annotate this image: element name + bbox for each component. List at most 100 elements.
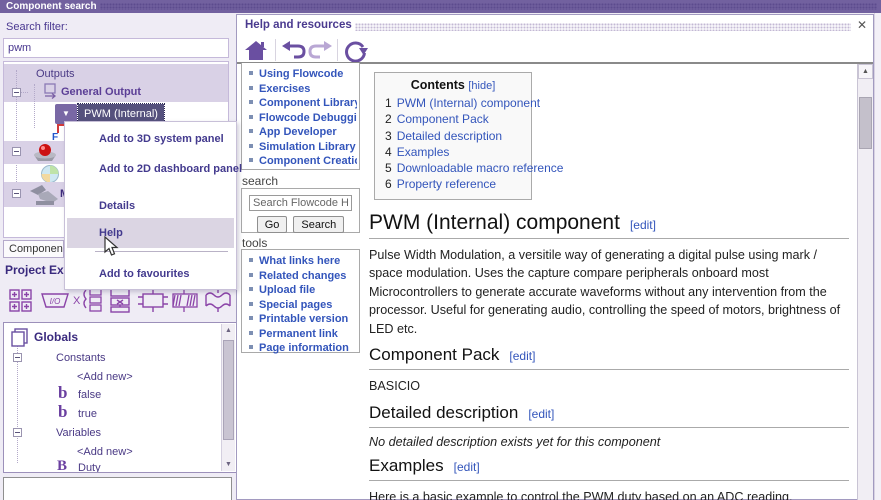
bool-type-icon: b xyxy=(58,383,68,402)
toc-link-pwm-component[interactable]: PWM (Internal) component xyxy=(397,96,540,110)
nav-item: Flowcode Debugging xyxy=(248,110,357,125)
search-button[interactable]: Search xyxy=(293,216,345,233)
tools-link-special-pages[interactable]: Special pages xyxy=(259,299,332,311)
scrollbar-thumb[interactable] xyxy=(859,97,872,149)
toc-link-detailed-description[interactable]: Detailed description xyxy=(397,129,502,143)
tree-item-true[interactable]: true xyxy=(78,408,97,420)
toc-item: 5 Downloadable macro reference xyxy=(385,160,563,176)
search-filter-label: Search filter: xyxy=(6,21,68,33)
tree-item-constants[interactable]: Constants xyxy=(56,352,106,364)
toc-link-component-pack[interactable]: Component Pack xyxy=(397,112,489,126)
search-filter-input[interactable] xyxy=(3,38,229,58)
component-search-tab[interactable]: Component search xyxy=(3,240,64,258)
home-icon[interactable] xyxy=(243,38,269,62)
toc-link-examples[interactable]: Examples xyxy=(397,145,450,159)
detailed-description-body: No detailed description exists yet for t… xyxy=(369,434,661,449)
bullet-square-icon xyxy=(249,345,253,349)
edit-link[interactable]: [edit] xyxy=(509,349,535,363)
edit-link[interactable]: [edit] xyxy=(630,218,656,232)
scroll-down-icon[interactable]: ▼ xyxy=(222,458,235,471)
globals-scrollbar[interactable]: ▲ ▼ xyxy=(221,324,235,471)
tools-link-related-changes[interactable]: Related changes xyxy=(259,270,346,282)
intro-paragraph: Pulse Width Modulation, a versitile way … xyxy=(369,247,841,336)
nav-link-simulation-library[interactable]: Simulation Library xyxy=(259,141,356,153)
collapse-toggle-icon[interactable] xyxy=(12,189,21,198)
background-window-sliver xyxy=(874,13,881,500)
help-scrollbar[interactable]: ▲ xyxy=(857,64,873,500)
nav-link-using-flowcode[interactable]: Using Flowcode xyxy=(259,68,343,80)
titlebar-texture xyxy=(100,3,877,10)
bullet-square-icon xyxy=(249,129,253,133)
toc-hide-link[interactable]: [hide] xyxy=(468,80,495,92)
collapse-toggle-icon[interactable] xyxy=(13,353,22,362)
collapse-toggle-icon[interactable] xyxy=(13,428,22,437)
tools-link-what-links-here[interactable]: What links here xyxy=(259,255,340,267)
menu-item-add-3d-system-panel[interactable]: Add to 3D system panel xyxy=(65,128,236,150)
bullet-square-icon xyxy=(249,85,253,90)
connection-points-icon[interactable] xyxy=(8,287,36,315)
tools-link-permanent-link[interactable]: Permanent link xyxy=(259,328,338,340)
tree-item-general-output[interactable]: General Output xyxy=(61,86,141,98)
nav-link-flowcode-debugging[interactable]: Flowcode Debugging xyxy=(259,112,357,124)
tools-section-label: tools xyxy=(242,236,268,250)
nav-link-component-library[interactable]: Component Library xyxy=(259,97,357,109)
wiki-tools-list: What links here Related changes Upload f… xyxy=(242,250,359,357)
nav-item: Simulation Library xyxy=(248,139,357,154)
menu-item-details[interactable]: Details xyxy=(65,195,236,217)
toc-number: 1 xyxy=(385,96,392,110)
wiki-search-box: Go Search xyxy=(241,188,360,233)
tree-item-outputs[interactable]: Outputs xyxy=(36,68,75,80)
collapse-toggle-icon[interactable] xyxy=(12,147,21,156)
nav-link-exercises[interactable]: Exercises xyxy=(259,83,310,95)
nav-link-app-developer[interactable]: App Developer xyxy=(259,126,337,138)
macro-call-icon[interactable]: X xyxy=(72,287,102,315)
bullet-square-icon xyxy=(249,330,253,335)
forward-icon[interactable] xyxy=(307,38,333,62)
tree-item-variables[interactable]: Variables xyxy=(56,427,101,439)
tools-link-upload-file[interactable]: Upload file xyxy=(259,284,315,296)
nav-link-component-creation[interactable]: Component Creation xyxy=(259,155,357,167)
tools-link-printable-version[interactable]: Printable version xyxy=(259,313,348,325)
scrollbar-thumb[interactable] xyxy=(223,340,234,440)
toc-link-macro-reference[interactable]: Downloadable macro reference xyxy=(397,161,564,175)
component-pack-body: BASICIO xyxy=(369,379,421,394)
tree-item-add-new-variable[interactable]: <Add new> xyxy=(77,446,133,458)
nav-item: Using Flowcode xyxy=(248,66,357,81)
edit-link[interactable]: [edit] xyxy=(454,460,480,474)
section-title: Examples xyxy=(369,455,444,475)
back-icon[interactable] xyxy=(281,38,307,62)
process-icon[interactable] xyxy=(138,287,168,315)
tree-line xyxy=(34,84,35,128)
edit-link[interactable]: [edit] xyxy=(528,407,554,421)
close-icon[interactable]: ✕ xyxy=(857,18,867,32)
refresh-icon[interactable] xyxy=(343,38,369,62)
tools-item: Special pages xyxy=(248,297,357,312)
bullet-square-icon xyxy=(249,100,253,104)
tree-item-false[interactable]: false xyxy=(78,389,101,401)
menu-item-help[interactable]: Help xyxy=(65,222,236,244)
toc-number: 4 xyxy=(385,144,392,159)
collapse-toggle-icon[interactable] xyxy=(12,88,21,97)
bullet-square-icon xyxy=(249,114,253,119)
tools-link-page-information[interactable]: Page information xyxy=(259,342,349,354)
wiki-search-input[interactable] xyxy=(249,195,352,211)
io-icon[interactable]: I/O xyxy=(40,287,69,315)
tree-item-add-new-constant[interactable]: <Add new> xyxy=(77,371,133,383)
bullet-square-icon xyxy=(249,301,253,306)
scroll-up-icon[interactable]: ▲ xyxy=(222,324,235,337)
tools-item: What links here xyxy=(248,253,357,268)
scroll-up-icon[interactable]: ▲ xyxy=(858,64,873,79)
loop-icon[interactable] xyxy=(106,287,134,315)
menu-item-add-2d-dashboard-panel[interactable]: Add to 2D dashboard panel xyxy=(65,158,242,180)
toc-link-property-reference[interactable]: Property reference xyxy=(397,177,496,191)
comment-icon[interactable] xyxy=(170,287,198,315)
tree-item-globals[interactable]: Globals xyxy=(34,330,78,344)
go-button[interactable]: Go xyxy=(256,216,288,233)
svg-text:X: X xyxy=(73,295,81,307)
bottom-empty-panel xyxy=(3,477,232,500)
interrupt-icon[interactable] xyxy=(202,287,231,315)
wiki-navigation-box: Using Flowcode Exercises Component Libra… xyxy=(241,63,360,170)
menu-item-add-to-favourites[interactable]: Add to favourites xyxy=(65,263,236,285)
bullet-square-icon xyxy=(249,287,253,291)
tree-item-duty[interactable]: Duty xyxy=(78,462,101,472)
